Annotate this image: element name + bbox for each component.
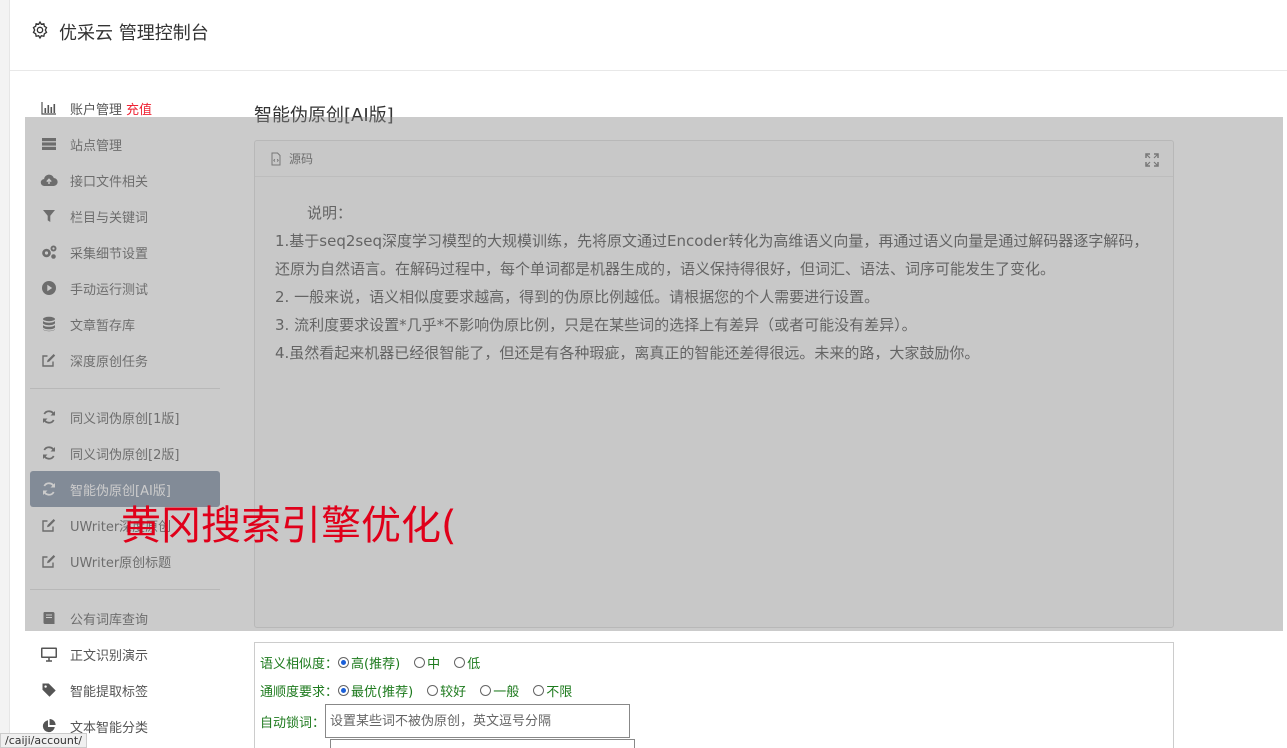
similarity-row: 语义相似度： 高(推荐) 中 低 xyxy=(260,653,494,672)
sidebar-item-label: 账户管理 xyxy=(70,102,123,118)
radio-dot[interactable] xyxy=(454,657,466,668)
gear-icon xyxy=(32,20,48,40)
radio-label: 最优(推荐) xyxy=(351,685,414,700)
radio-dot[interactable] xyxy=(427,685,439,696)
fluency-label: 通顺度要求： xyxy=(260,685,339,700)
radio-dot[interactable] xyxy=(414,657,426,668)
fluency-good-radio[interactable]: 较好 xyxy=(427,681,466,700)
tag-icon xyxy=(40,681,58,699)
fluency-best-radio[interactable]: 最优(推荐) xyxy=(338,681,413,700)
top-bar: 优采云 管理控制台 xyxy=(10,0,1287,71)
sidebar-item-text-recognition[interactable]: 正文识别演示 xyxy=(30,636,220,672)
auto-lock-row: 自动锁词： xyxy=(260,704,631,738)
app-frame: 优采云 管理控制台 账户管理 充值 站点管理 接口文件相关 栏目与关键词 采集细… xyxy=(9,0,1287,748)
radio-dot[interactable] xyxy=(338,685,350,696)
fluency-row: 通顺度要求： 最优(推荐) 较好 一般 不限 xyxy=(260,681,586,700)
settings-form: 语义相似度： 高(推荐) 中 低 通顺度要求： 最优(推荐) 较好 一般 不限 … xyxy=(254,642,1174,748)
modal-overlay xyxy=(25,117,1283,631)
sidebar-item-label: 智能提取标签 xyxy=(70,684,149,700)
radio-label: 中 xyxy=(427,657,441,672)
radio-dot[interactable] xyxy=(338,657,350,668)
similarity-high-radio[interactable]: 高(推荐) xyxy=(338,653,400,672)
radio-label: 较好 xyxy=(440,685,467,700)
radio-label: 低 xyxy=(467,657,481,672)
watermark-text: 黄冈搜索引擎优化( xyxy=(121,503,457,549)
auto-lock-input[interactable] xyxy=(325,704,631,738)
page-header-title: 优采云 管理控制台 xyxy=(59,23,209,44)
fluency-normal-radio[interactable]: 一般 xyxy=(480,681,519,700)
auto-lock-label: 自动锁词： xyxy=(260,715,326,731)
bar-chart-icon xyxy=(40,99,58,117)
monitor-icon xyxy=(40,645,58,663)
radio-label: 不限 xyxy=(546,685,573,700)
radio-dot[interactable] xyxy=(480,685,492,696)
recharge-link[interactable]: 充值 xyxy=(126,99,152,118)
radio-label: 高(推荐) xyxy=(351,657,401,672)
radio-dot[interactable] xyxy=(533,685,545,696)
similarity-medium-radio[interactable]: 中 xyxy=(414,653,440,672)
similarity-label: 语义相似度： xyxy=(260,657,339,672)
sidebar-item-label: 正文识别演示 xyxy=(70,648,149,664)
status-bar-url: /caiji/account/ xyxy=(0,733,87,748)
secondary-input[interactable] xyxy=(330,739,635,748)
similarity-low-radio[interactable]: 低 xyxy=(454,653,480,672)
radio-label: 一般 xyxy=(493,685,520,700)
fluency-any-radio[interactable]: 不限 xyxy=(533,681,572,700)
sidebar-item-smart-tags[interactable]: 智能提取标签 xyxy=(30,672,220,708)
